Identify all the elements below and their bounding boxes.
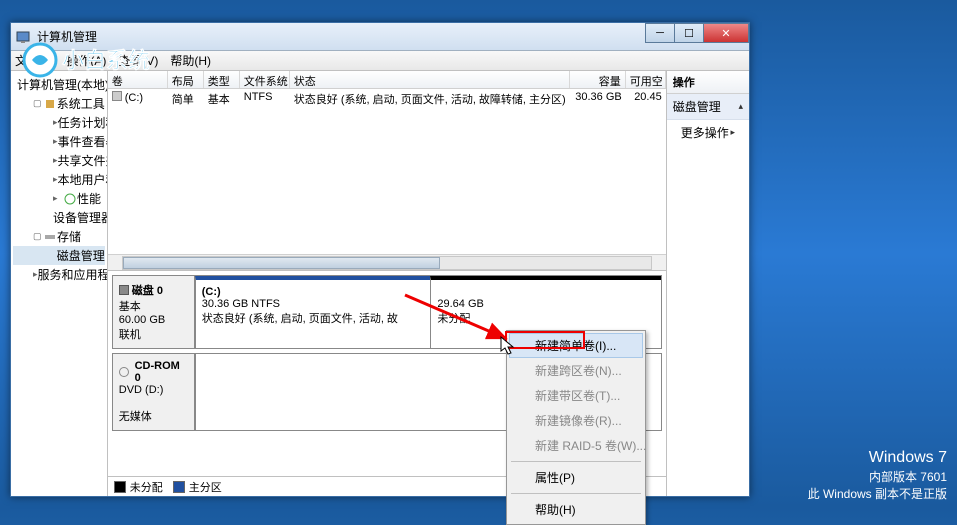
tree-performance[interactable]: ▸性能 [13, 189, 105, 208]
ctx-help[interactable]: 帮助(H) [509, 497, 643, 522]
tree-disk-management[interactable]: 磁盘管理 [13, 246, 105, 265]
actions-disk-mgmt[interactable]: 磁盘管理 ▴ [667, 94, 749, 120]
tree-system-tools[interactable]: ▢系统工具 [13, 94, 105, 113]
tree-shared-folders[interactable]: ▸共享文件夹 [13, 151, 105, 170]
col-free[interactable]: 可用空 [626, 71, 666, 88]
collapse-icon: ▴ [738, 101, 743, 112]
horizontal-scrollbar[interactable] [108, 254, 666, 270]
tree-event-viewer[interactable]: ▸事件查看器 [13, 132, 105, 151]
menu-view[interactable]: 查看(V) [118, 52, 158, 69]
ctx-new-spanned-volume: 新建跨区卷(N)... [509, 358, 643, 383]
ctx-separator [511, 461, 641, 462]
actions-pane: 操作 磁盘管理 ▴ 更多操作 ▸ [667, 71, 749, 496]
actions-more[interactable]: 更多操作 ▸ [667, 120, 749, 145]
tree-root[interactable]: 计算机管理(本地) [13, 75, 105, 94]
tree-task-scheduler[interactable]: ▸任务计划程序 [13, 113, 105, 132]
scroll-thumb[interactable] [123, 257, 440, 269]
col-type[interactable]: 类型 [204, 71, 240, 88]
tree-services-apps[interactable]: ▸服务和应用程序 [13, 265, 105, 284]
actions-header: 操作 [667, 71, 749, 94]
tree-local-users[interactable]: ▸本地用户和组 [13, 170, 105, 189]
close-button[interactable]: ✕ [703, 23, 749, 43]
col-layout[interactable]: 布局 [168, 71, 204, 88]
minimize-button[interactable]: ─ [645, 23, 675, 43]
menu-action[interactable]: 操作(A) [66, 52, 106, 69]
tree-root-label: 计算机管理(本地) [17, 76, 108, 93]
perf-icon [63, 192, 77, 206]
ctx-new-simple-volume[interactable]: 新建简单卷(I)... [509, 333, 643, 358]
titlebar[interactable]: 计算机管理 ─ ☐ ✕ [11, 23, 749, 51]
menubar: 文件(F) 操作(A) 查看(V) 帮助(H) [11, 51, 749, 71]
ctx-properties[interactable]: 属性(P) [509, 465, 643, 490]
ctx-separator [511, 493, 641, 494]
ctx-new-mirrored-volume: 新建镜像卷(R)... [509, 408, 643, 433]
col-status[interactable]: 状态 [290, 71, 570, 88]
cdrom-label[interactable]: CD-ROM 0 DVD (D:) 无媒体 [113, 354, 195, 430]
partition-c[interactable]: (C:) 30.36 GB NTFS 状态良好 (系统, 启动, 页面文件, 活… [195, 276, 431, 348]
ctx-new-raid5-volume: 新建 RAID-5 卷(W)... [509, 433, 643, 458]
volume-icon [112, 91, 122, 101]
hdd-icon [119, 285, 129, 295]
tools-icon [43, 97, 57, 111]
col-volume[interactable]: 卷 [108, 71, 168, 88]
disk-0-label[interactable]: 磁盘 0 基本 60.00 GB 联机 [113, 276, 195, 348]
navigation-tree[interactable]: 计算机管理(本地) ▢系统工具 ▸任务计划程序 ▸事件查看器 ▸共享文件夹 ▸本… [11, 71, 108, 496]
legend-unalloc-swatch [114, 481, 126, 493]
menu-file[interactable]: 文件(F) [15, 52, 54, 69]
window-title: 计算机管理 [37, 28, 745, 45]
cd-icon [119, 367, 129, 377]
maximize-button[interactable]: ☐ [674, 23, 704, 43]
menu-help[interactable]: 帮助(H) [170, 52, 211, 69]
col-capacity[interactable]: 容量 [570, 71, 626, 88]
storage-icon [43, 230, 57, 244]
col-filesystem[interactable]: 文件系统 [240, 71, 290, 88]
tree-storage[interactable]: ▢存储 [13, 227, 105, 246]
submenu-icon: ▸ [730, 127, 735, 138]
ctx-new-striped-volume: 新建带区卷(T)... [509, 383, 643, 408]
app-icon [15, 29, 31, 45]
volume-list[interactable]: 卷 布局 类型 文件系统 状态 容量 可用空 (C:) 简单 基本 NTFS 状… [108, 71, 666, 271]
volume-row[interactable]: (C:) 简单 基本 NTFS 状态良好 (系统, 启动, 页面文件, 活动, … [108, 89, 666, 109]
context-menu: 新建简单卷(I)... 新建跨区卷(N)... 新建带区卷(T)... 新建镜像… [506, 330, 646, 525]
desktop-watermark: Windows 7 内部版本 7601 此 Windows 副本不是正版 [808, 447, 947, 503]
tree-device-manager[interactable]: 设备管理器 [13, 208, 105, 227]
legend-primary-swatch [173, 481, 185, 493]
volume-list-header[interactable]: 卷 布局 类型 文件系统 状态 容量 可用空 [108, 71, 666, 89]
